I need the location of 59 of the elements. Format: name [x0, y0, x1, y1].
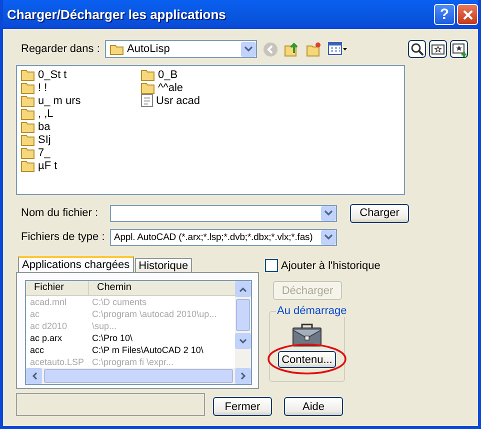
vertical-scrollbar[interactable] — [235, 281, 251, 368]
contents-button[interactable]: Contenu... — [278, 351, 336, 368]
folder-item[interactable]: ba — [21, 120, 111, 133]
window-title: Charger/Décharger les applications — [7, 7, 227, 22]
folder-item[interactable]: ^^ale — [141, 81, 231, 94]
folder-item[interactable]: 7_ — [21, 146, 111, 159]
add-history-checkbox[interactable]: Ajouter à l'historique — [265, 259, 380, 272]
folder-item[interactable]: u_ m urs — [21, 94, 111, 107]
file-list[interactable]: 0_St t ! ! u_ m urs , ,L ba SIj 7_ µF t 0_B ^^ale Usr acad — [16, 65, 405, 195]
folder-item[interactable]: 0_St t — [21, 68, 111, 81]
file-name-field[interactable] — [110, 204, 337, 222]
dialog-button[interactable]: Fermer — [213, 397, 272, 416]
folder-icon — [21, 82, 35, 94]
folder-icon — [21, 120, 35, 132]
horizontal-scrollbar[interactable] — [26, 368, 251, 384]
look-in-label: Regarder dans : — [21, 43, 101, 55]
search-icon[interactable] — [408, 40, 426, 58]
folder-icon — [141, 82, 155, 94]
table-row[interactable]: acc C:\P m Files\AutoCAD 2 10\ — [26, 344, 235, 356]
table-row[interactable]: ac p.arx C:\Pro 10\ — [26, 332, 235, 344]
briefcase-icon — [292, 323, 322, 347]
look-in-dropdown[interactable]: AutoLisp — [105, 40, 257, 58]
folder-icon — [21, 108, 35, 120]
folder-item[interactable]: µF t — [21, 159, 111, 172]
folder-item[interactable]: SIj — [21, 133, 111, 146]
folder-item[interactable]: ! ! — [21, 81, 111, 94]
file-name-label: Nom du fichier : — [21, 207, 100, 219]
folder-icon — [110, 44, 124, 54]
column-header[interactable]: Chemin — [89, 281, 132, 295]
new-folder-icon[interactable] — [306, 41, 322, 57]
close-button[interactable] — [457, 4, 478, 25]
view-menu-icon[interactable] — [328, 42, 348, 56]
tab[interactable]: Applications chargées — [18, 256, 134, 272]
folder-icon — [21, 94, 35, 106]
dialog-button[interactable]: Aide — [284, 397, 343, 416]
folder-icon — [141, 68, 155, 80]
file-type-dropdown[interactable]: Appl. AutoCAD (*.arx;*.lsp;*.dvb;*.dbx;*.vlx;*.fas) — [110, 228, 337, 246]
folder-item[interactable]: 0_B — [141, 68, 231, 81]
folder-item[interactable]: , ,L — [21, 107, 111, 120]
scroll-up-icon[interactable] — [239, 286, 247, 292]
up-folder-icon[interactable] — [284, 41, 300, 57]
folder-icon — [21, 68, 35, 80]
scroll-down-icon[interactable] — [239, 338, 247, 344]
file-item[interactable]: Usr acad — [141, 94, 231, 107]
scroll-left-icon[interactable] — [32, 372, 36, 380]
help-button[interactable]: ? — [434, 4, 455, 25]
group-title: Au démarrage — [276, 305, 348, 317]
load-button[interactable]: Charger — [350, 204, 409, 222]
favorites-icon[interactable] — [429, 40, 447, 58]
column-header[interactable]: Fichier — [26, 281, 89, 295]
document-icon — [141, 94, 153, 107]
add-favorite-icon[interactable] — [450, 40, 468, 58]
file-type-label: Fichiers de type : — [21, 231, 106, 243]
close-icon — [462, 8, 474, 20]
folder-icon — [21, 160, 35, 172]
folder-icon — [21, 134, 35, 146]
tab[interactable]: Historique — [134, 258, 192, 272]
folder-icon — [21, 146, 35, 158]
scroll-right-icon[interactable] — [240, 372, 246, 380]
